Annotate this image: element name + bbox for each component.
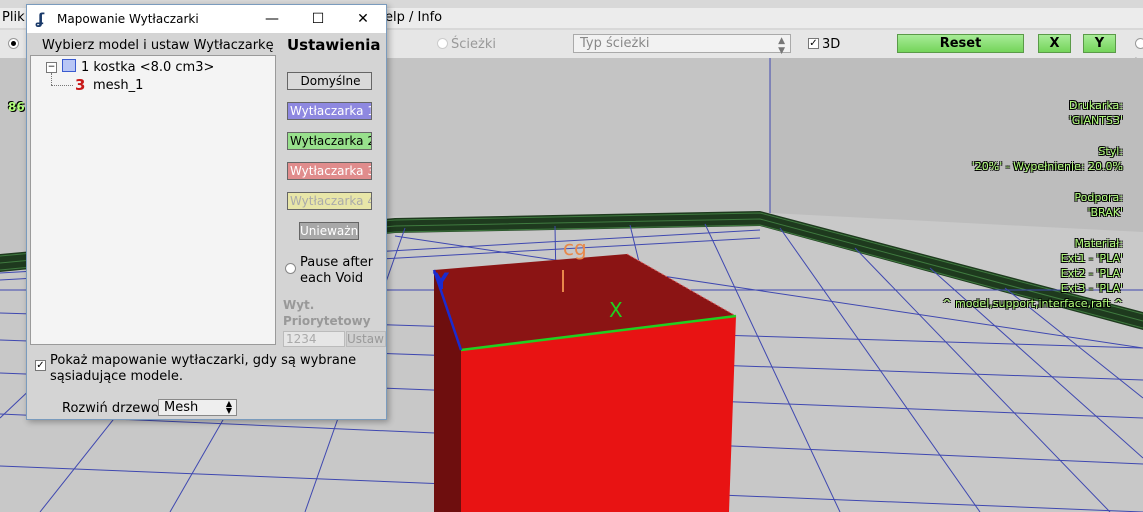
menu-help-info[interactable]: elp / Info: [385, 10, 442, 25]
close-icon[interactable]: ✕: [340, 5, 386, 33]
tree-child-label[interactable]: mesh_1: [93, 78, 143, 93]
default-button[interactable]: Domyślne: [287, 72, 372, 90]
hud-footer: ^ model,support,interface,raft ^: [942, 297, 1123, 310]
instruction-label: Wybierz model i ustaw Wytłaczarkę: [42, 38, 274, 53]
settings-heading: Ustawienia: [287, 36, 381, 54]
hud-support-label: Podpora:: [1074, 191, 1123, 204]
expand-tree-label: Rozwiń drzewo: [62, 401, 159, 416]
app-icon: ʆ: [36, 10, 45, 28]
reset-button[interactable]: Reset: [897, 34, 1024, 53]
model-tree[interactable]: − 1 kostka <8.0 cm3> 3 mesh_1: [30, 55, 276, 345]
updown-icon: ▲ ▼: [225, 399, 232, 415]
y-button[interactable]: Y: [1083, 34, 1116, 53]
priority-set-button[interactable]: Ustaw: [346, 331, 386, 347]
minimize-icon[interactable]: —: [249, 5, 295, 33]
expand-tree-value: Mesh: [164, 400, 199, 415]
updown-icon: ▲ ▼: [778, 36, 785, 56]
view3d-checkbox[interactable]: ✓: [808, 38, 819, 49]
x-button[interactable]: X: [1038, 34, 1071, 53]
extruder1-button[interactable]: Wytłaczarka 1: [287, 102, 372, 120]
void-button[interactable]: Unieważnij: [299, 222, 359, 240]
mode-radio[interactable]: [8, 38, 19, 49]
right-radio[interactable]: [1135, 38, 1143, 49]
hud-style-value: '20%' - Wypełnienie: 20.0%: [971, 160, 1123, 173]
paths-radio[interactable]: [437, 38, 448, 49]
dialog-titlebar[interactable]: ʆ Mapowanie Wytłaczarki — ☐ ✕: [27, 5, 386, 33]
menu-file[interactable]: Plik: [2, 10, 25, 25]
view3d-label: 3D: [822, 37, 841, 52]
paths-label: Ścieżki: [451, 37, 496, 52]
extruder4-button[interactable]: Wytłaczarka 4: [287, 192, 372, 210]
expand-tree-select[interactable]: Mesh ▲ ▼: [158, 399, 237, 416]
extruder2-button[interactable]: Wytłaczarka 2: [287, 132, 372, 150]
hud-printer-value: 'GIANTS3': [1068, 114, 1123, 127]
hud-ext2: Ext2 - 'PLA': [1060, 267, 1123, 280]
hud-ext3: Ext3 - 'PLA': [1060, 282, 1123, 295]
show-mapping-label: Pokaż mapowanie wytłaczarki, gdy są wybr…: [50, 353, 357, 384]
extruder-mapping-dialog: ʆ Mapowanie Wytłaczarki — ☐ ✕ Wybierz mo…: [26, 4, 387, 420]
priority-label: Wyt. Priorytetowy (dla modelu): [283, 298, 371, 328]
dialog-body: Wybierz model i ustaw Wytłaczarkę Ustawi…: [27, 33, 386, 419]
axis-x-label: X: [609, 298, 623, 322]
hud-style-label: Styl:: [1098, 145, 1123, 158]
hud-material-label: Materiał:: [1074, 237, 1123, 250]
dialog-title: Mapowanie Wytłaczarki: [57, 12, 199, 26]
path-type-select[interactable]: Typ ścieżki ▲ ▼: [573, 34, 791, 56]
extruder-badge: 3: [75, 76, 86, 94]
priority-input[interactable]: 1234: [283, 331, 345, 347]
axis-y-label: Y: [433, 270, 449, 295]
left-value: 86: [8, 100, 25, 114]
cg-label: cg: [563, 236, 587, 260]
hud-ext1: Ext1 - 'PLA': [1060, 252, 1123, 265]
maximize-icon[interactable]: ☐: [295, 5, 341, 33]
collapse-icon[interactable]: −: [46, 62, 57, 73]
hud-info: Drukarka: 'GIANTS3' Styl: '20%' - Wypełn…: [942, 98, 1123, 311]
path-type-placeholder: Typ ścieżki: [580, 36, 650, 51]
pause-label: Pause after each Void: [300, 255, 374, 286]
hud-support-value: 'BRAK': [1087, 206, 1123, 219]
extruder3-button[interactable]: Wytłaczarka 3: [287, 162, 372, 180]
pause-checkbox[interactable]: [285, 263, 296, 274]
cube-icon: [62, 59, 76, 72]
hud-printer-label: Drukarka:: [1068, 99, 1123, 112]
tree-root-label[interactable]: 1 kostka <8.0 cm3>: [81, 60, 214, 75]
show-mapping-checkbox[interactable]: ✓: [35, 360, 46, 371]
